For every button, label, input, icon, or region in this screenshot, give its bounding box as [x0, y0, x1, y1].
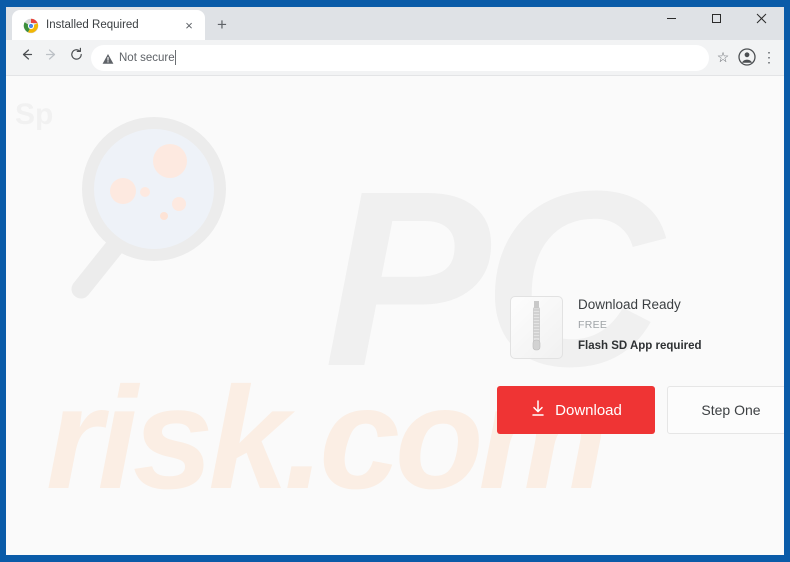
- forward-icon[interactable]: [40, 47, 62, 69]
- requirement-label: Flash SD App required: [578, 340, 702, 352]
- warning-triangle-icon: [102, 52, 114, 64]
- browser-window: Installed Required × + Not secure ☆ ⋮ PC…: [0, 0, 790, 562]
- sp-brand-watermark: Sp: [15, 98, 54, 131]
- url-text-caret: [175, 50, 176, 65]
- price-label: FREE: [578, 319, 608, 331]
- minimize-window-button[interactable]: [649, 7, 694, 33]
- browser-chrome: Installed Required × + Not secure ☆ ⋮ PC…: [6, 7, 784, 555]
- download-info-text: Download Ready FREE Flash SD App require…: [578, 296, 702, 354]
- reload-icon[interactable]: [65, 47, 87, 69]
- chrome-favicon: [23, 18, 39, 34]
- page-content: PC risk.com Sp Download Ready FREE Flash…: [6, 76, 784, 555]
- address-bar[interactable]: Not secure: [91, 45, 709, 71]
- tab-title: Installed Required: [46, 19, 139, 31]
- close-window-button[interactable]: [739, 7, 784, 33]
- back-icon[interactable]: [15, 47, 37, 69]
- bookmark-star-icon[interactable]: ☆: [714, 48, 732, 66]
- magnifying-glass-icon: [61, 104, 251, 319]
- close-tab-icon[interactable]: ×: [181, 18, 197, 34]
- download-button-label: Download: [555, 401, 622, 419]
- browser-toolbar: Not secure ☆ ⋮: [6, 40, 784, 76]
- browser-menu-icon[interactable]: ⋮: [760, 47, 778, 67]
- download-arrow-icon: [530, 399, 546, 421]
- tab-strip: Installed Required × +: [6, 7, 784, 40]
- new-tab-button[interactable]: +: [211, 14, 233, 36]
- download-ready-title: Download Ready: [578, 297, 681, 312]
- zip-file-icon: [510, 296, 563, 359]
- download-info-panel: Download Ready FREE Flash SD App require…: [510, 296, 780, 368]
- download-button[interactable]: Download: [497, 386, 655, 434]
- browser-tab[interactable]: Installed Required ×: [12, 10, 205, 40]
- step-one-button[interactable]: Step One: [667, 386, 784, 434]
- account-circle-icon[interactable]: [738, 48, 756, 66]
- maximize-window-button[interactable]: [694, 7, 739, 33]
- security-status-text: Not secure: [119, 52, 175, 64]
